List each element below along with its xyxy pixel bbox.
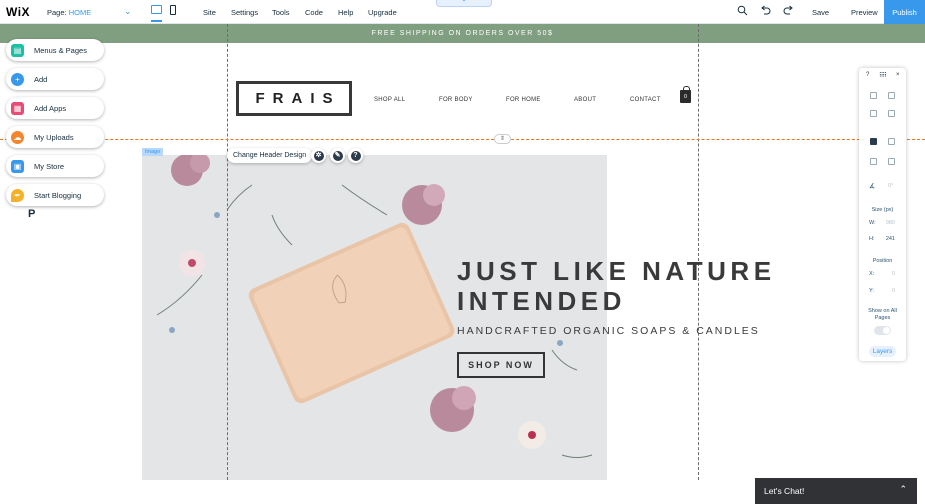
desktop-view-indicator — [151, 20, 162, 22]
editor-top-bar: WiX Page: HOME ⌄ Site Settings Tools Cod… — [0, 0, 925, 24]
group-icon[interactable] — [888, 138, 895, 145]
undo-icon[interactable] — [760, 5, 771, 19]
save-button[interactable]: Save — [812, 8, 829, 17]
hero-subtitle[interactable]: HANDCRAFTED ORGANIC SOAPS & CANDLES — [457, 325, 760, 337]
desktop-view-icon[interactable] — [151, 5, 162, 14]
gridline-right — [698, 24, 699, 480]
page-selector-label: Page: — [47, 8, 67, 17]
collapse-topbar-tab[interactable]: ⌃ — [436, 0, 492, 7]
plus-icon: + — [11, 72, 24, 86]
height-label: H: — [869, 236, 875, 242]
copy-icon[interactable] — [870, 92, 877, 99]
menu-tools[interactable]: Tools — [272, 8, 290, 17]
image-tag: Image — [142, 148, 164, 156]
menus-pages-label: Menus & Pages — [34, 45, 87, 55]
align-icon[interactable] — [870, 158, 877, 165]
nav-contact[interactable]: CONTACT — [630, 97, 661, 103]
menu-site[interactable]: Site — [203, 8, 216, 17]
gridline-left — [227, 24, 228, 480]
layers-button[interactable]: Layers — [869, 346, 896, 357]
help-icon: ? — [350, 150, 361, 161]
menu-code[interactable]: Code — [305, 8, 323, 17]
zoom-icon[interactable] — [737, 5, 748, 19]
menu-upgrade[interactable]: Upgrade — [368, 8, 397, 17]
nav-about[interactable]: ABOUT — [574, 97, 596, 103]
x-label: X: — [869, 271, 875, 277]
size-label: Size (px) — [871, 207, 894, 213]
chat-widget[interactable]: Let's Chat! ⌃ — [755, 478, 917, 504]
header-resize-handle[interactable]: ⇕ — [494, 134, 511, 144]
hero-title-line-2: INTENDED — [457, 286, 626, 316]
add-apps-button[interactable]: ▦ Add Apps — [6, 97, 104, 119]
rotation-value[interactable]: 0° — [888, 183, 893, 189]
cloud-upload-icon: ☁ — [11, 130, 24, 144]
page-selector[interactable]: Page: HOME — [47, 8, 91, 17]
width-label: W: — [869, 220, 876, 226]
chat-label: Let's Chat! — [764, 486, 805, 496]
duplicate-icon[interactable] — [870, 110, 877, 117]
gear-icon: ✲ — [313, 150, 324, 161]
position-label: Position — [872, 258, 893, 264]
editor-canvas: FREE SHIPPING ON ORDERS OVER 50$ FRAIS S… — [0, 24, 925, 504]
chevron-down-icon[interactable]: ⌄ — [124, 6, 132, 17]
mobile-view-icon[interactable] — [170, 5, 176, 15]
nav-for-body[interactable]: FOR BODY — [439, 97, 473, 103]
show-on-all-pages-toggle[interactable] — [874, 326, 891, 335]
paste-icon[interactable] — [888, 92, 895, 99]
wix-logo: WiX — [6, 5, 31, 19]
my-store-label: My Store — [34, 161, 65, 171]
preview-button[interactable]: Preview — [851, 8, 878, 17]
pages-icon: ▤ — [11, 43, 24, 57]
delete-icon[interactable] — [888, 110, 895, 117]
menu-help[interactable]: Help — [338, 8, 353, 17]
add-button[interactable]: + Add — [6, 68, 104, 90]
my-store-button[interactable]: ▣ My Store — [6, 155, 104, 177]
nav-for-home[interactable]: FOR HOME — [506, 97, 541, 103]
menu-settings[interactable]: Settings — [231, 8, 258, 17]
my-uploads-button[interactable]: ☁ My Uploads — [6, 126, 104, 148]
pen-nib-icon: ✒ — [11, 188, 24, 202]
brush-icon: ✎ — [332, 150, 343, 161]
shop-now-button[interactable]: SHOP NOW — [457, 352, 545, 378]
arrange-icon[interactable] — [870, 138, 877, 145]
hero-image[interactable] — [142, 155, 607, 480]
design-button[interactable]: ✎ — [330, 148, 345, 163]
apps-icon: ▦ — [11, 101, 24, 115]
show-on-all-pages-label: Show on All Pages — [868, 308, 897, 321]
redo-icon[interactable] — [783, 5, 794, 19]
hero-title-line-1: JUST LIKE NATURE — [457, 256, 776, 286]
close-icon[interactable]: × — [896, 72, 900, 78]
rotate-icon[interactable]: ∡ — [869, 182, 875, 190]
drag-handle-icon[interactable]: ⠿⠿ — [879, 72, 887, 79]
x-field[interactable]: 0 — [885, 271, 895, 277]
distribute-icon[interactable] — [888, 158, 895, 165]
start-blogging-button[interactable]: ✒ Start Blogging — [6, 184, 104, 206]
my-uploads-label: My Uploads — [34, 132, 74, 142]
add-apps-label: Add Apps — [34, 103, 67, 113]
settings-gear-button[interactable]: ✲ — [311, 148, 326, 163]
shopping-bag-icon: ▣ — [11, 159, 24, 173]
site-logo[interactable]: FRAIS — [236, 81, 352, 116]
page-selector-value: HOME — [68, 8, 92, 17]
height-field[interactable]: 241 — [885, 236, 895, 242]
y-field[interactable]: 0 — [885, 288, 895, 294]
menus-pages-button[interactable]: ▤ Menus & Pages — [6, 39, 104, 61]
publish-button[interactable]: Publish — [884, 0, 925, 24]
width-field[interactable]: 980 — [885, 220, 895, 226]
change-header-design-button[interactable]: Change Header Design — [227, 148, 313, 163]
help-button[interactable]: ? — [348, 148, 363, 163]
header-boundary-line — [0, 139, 925, 140]
inspector-panel: ? ⠿⠿ × ∡ 0° Size (px) W: 980 H: 241 Posi… — [859, 68, 906, 361]
add-label: Add — [34, 74, 48, 84]
hero-title[interactable]: JUST LIKE NATURE INTENDED — [457, 256, 776, 316]
shipping-banner[interactable]: FREE SHIPPING ON ORDERS OVER 50$ — [0, 24, 925, 43]
y-label: Y: — [869, 288, 874, 294]
chevron-up-icon[interactable]: ⌃ — [899, 484, 907, 495]
inspector-help-icon[interactable]: ? — [866, 72, 869, 78]
pinterest-icon[interactable]: P — [28, 208, 35, 220]
nav-shop-all[interactable]: SHOP ALL — [374, 97, 405, 103]
start-blogging-label: Start Blogging — [34, 190, 82, 200]
cart-icon[interactable]: 0 — [680, 86, 691, 103]
